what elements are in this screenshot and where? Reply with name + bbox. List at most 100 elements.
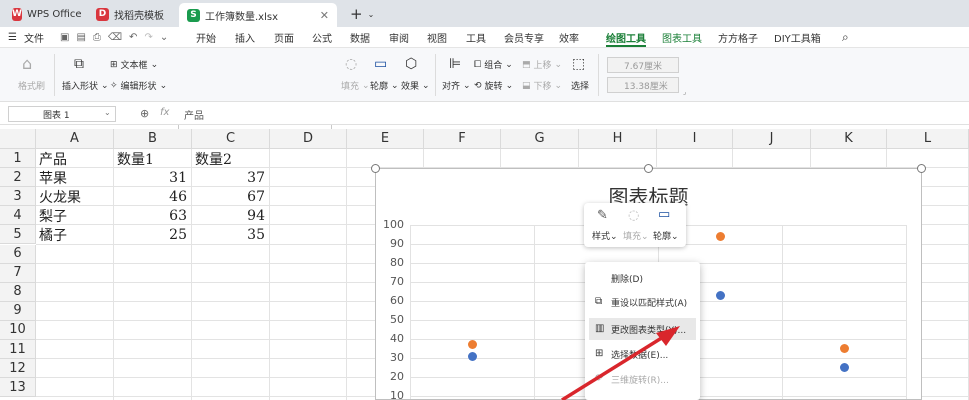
- menu-formula[interactable]: 公式: [312, 27, 332, 48]
- rotate-button[interactable]: ⟲ 旋转 ⌄: [474, 79, 513, 93]
- series1-point-4[interactable]: [839, 363, 849, 372]
- column-header-c[interactable]: C: [192, 129, 270, 149]
- cell-c5[interactable]: 35: [195, 225, 265, 244]
- column-header-j[interactable]: J: [733, 129, 811, 149]
- column-header-h[interactable]: H: [579, 129, 657, 149]
- menu-chart-tools[interactable]: 图表工具: [662, 27, 702, 48]
- cell-a4[interactable]: 梨子: [39, 206, 109, 225]
- mini-fill-button[interactable]: 填充⌄: [623, 229, 649, 242]
- menu-reset-style[interactable]: ⧉ 重设以匹配样式(A): [589, 291, 696, 313]
- row-header-8[interactable]: 8: [0, 282, 36, 302]
- cell-c2[interactable]: 37: [195, 168, 265, 187]
- row-header-6[interactable]: 6: [0, 244, 36, 264]
- tab-workbook[interactable]: S 工作簿数量.xlsx ✕: [179, 3, 337, 27]
- print-icon[interactable]: ⎙: [93, 32, 101, 43]
- style-button[interactable]: 样式⌄: [592, 229, 618, 242]
- cell-b4[interactable]: 63: [117, 206, 187, 225]
- menu-fangfang[interactable]: 方方格子: [718, 27, 758, 48]
- menu-drawing-tools[interactable]: 绘图工具: [606, 27, 646, 48]
- fill-button[interactable]: 填充 ⌄: [341, 79, 370, 93]
- undo-icon[interactable]: ↶: [129, 32, 137, 43]
- resize-handle-top-right[interactable]: [917, 164, 926, 173]
- menu-file[interactable]: 文件: [24, 27, 44, 48]
- resize-handle-top[interactable]: [644, 164, 653, 173]
- name-box-dropdown-icon[interactable]: ⌄: [104, 108, 111, 117]
- menu-delete[interactable]: 删除(D): [589, 267, 696, 289]
- row-header-2[interactable]: 2: [0, 168, 36, 188]
- dialog-launcher-icon[interactable]: ⌟: [683, 88, 686, 96]
- text-box-button[interactable]: ⊞ 文本框 ⌄: [110, 58, 158, 72]
- cell-b1[interactable]: 数量1: [117, 149, 187, 168]
- row-header-12[interactable]: 12: [0, 359, 36, 379]
- mini-outline-button[interactable]: 轮廓⌄: [653, 229, 679, 242]
- series1-point-3[interactable]: [715, 290, 725, 300]
- formula-input[interactable]: 产品: [184, 107, 204, 122]
- zoom-icon[interactable]: ⊕: [140, 107, 149, 120]
- row-header-1[interactable]: 1: [0, 149, 36, 168]
- menu-efficiency[interactable]: 效率: [559, 27, 579, 48]
- tab-wps-office[interactable]: W WPS Office: [4, 3, 84, 25]
- series1-point-1[interactable]: [467, 351, 477, 361]
- group-button[interactable]: ⧠ 组合 ⌄: [474, 58, 513, 72]
- hamburger-icon[interactable]: ☰: [8, 27, 17, 48]
- menu-start[interactable]: 开始: [196, 27, 216, 48]
- menu-diy-toolbox[interactable]: DIY工具箱: [774, 27, 821, 48]
- menu-select-data[interactable]: ⊞ 选择数据(E)...: [589, 343, 696, 365]
- print-preview-icon[interactable]: ▤: [76, 32, 85, 43]
- menu-insert[interactable]: 插入: [235, 27, 255, 48]
- insert-shape-button[interactable]: 插入形状 ⌄: [62, 79, 109, 93]
- cell-b3[interactable]: 46: [117, 187, 187, 206]
- column-header-d[interactable]: D: [270, 129, 347, 149]
- cell-a3[interactable]: 火龙果: [39, 187, 109, 206]
- align-button[interactable]: 对齐 ⌄: [442, 79, 471, 93]
- column-header-f[interactable]: F: [424, 129, 501, 149]
- menu-data[interactable]: 数据: [350, 27, 370, 48]
- row-header-10[interactable]: 10: [0, 320, 36, 340]
- resize-handle-top-left[interactable]: [371, 164, 380, 173]
- column-header-b[interactable]: B: [114, 129, 192, 149]
- new-tab-button[interactable]: + ⌄: [342, 3, 374, 25]
- select-button[interactable]: 选择: [571, 79, 589, 92]
- menu-review[interactable]: 审阅: [389, 27, 409, 48]
- select-all-corner[interactable]: [0, 129, 36, 149]
- fx-icon[interactable]: fx: [160, 107, 169, 118]
- series2-point-1[interactable]: [467, 340, 477, 350]
- edit-shape-button[interactable]: ✧ 编辑形状 ⌄: [110, 79, 167, 93]
- menu-change-chart-type[interactable]: ▥ 更改图表类型(Y)...: [589, 318, 696, 340]
- cell-c4[interactable]: 94: [195, 206, 265, 225]
- save-icon[interactable]: ▣: [60, 32, 69, 43]
- cell-c1[interactable]: 数量2: [195, 149, 265, 168]
- row-header-3[interactable]: 3: [0, 187, 36, 207]
- width-input[interactable]: 7.67厘米: [607, 57, 679, 73]
- row-header-13[interactable]: 13: [0, 378, 36, 398]
- menu-view[interactable]: 视图: [427, 27, 447, 48]
- outline-button[interactable]: 轮廓 ⌄: [370, 79, 399, 93]
- row-header-11[interactable]: 11: [0, 340, 36, 359]
- column-header-l[interactable]: L: [887, 129, 969, 149]
- name-box[interactable]: 图表 1: [8, 106, 116, 122]
- format-painter-icon[interactable]: ⌫: [108, 32, 122, 43]
- cell-a1[interactable]: 产品: [39, 149, 109, 168]
- bring-forward-button[interactable]: ⬒ 上移 ⌄: [522, 58, 562, 72]
- effect-button[interactable]: 效果 ⌄: [401, 79, 430, 93]
- row-header-4[interactable]: 4: [0, 206, 36, 226]
- column-header-a[interactable]: A: [36, 129, 114, 149]
- redo-icon[interactable]: ↷: [144, 32, 152, 43]
- series2-point-3[interactable]: [715, 231, 725, 241]
- cell-a5[interactable]: 橘子: [39, 225, 109, 244]
- row-header-7[interactable]: 7: [0, 263, 36, 283]
- cell-a2[interactable]: 苹果: [39, 168, 109, 187]
- menu-tools[interactable]: 工具: [466, 27, 486, 48]
- send-backward-button[interactable]: ⬓ 下移 ⌄: [522, 79, 562, 93]
- cell-b2[interactable]: 31: [117, 168, 187, 187]
- column-header-e[interactable]: E: [347, 129, 424, 149]
- menu-member[interactable]: 会员专享: [504, 27, 544, 48]
- more-icon[interactable]: ⌄: [160, 32, 168, 43]
- row-header-5[interactable]: 5: [0, 225, 36, 245]
- row-header-9[interactable]: 9: [0, 301, 36, 321]
- column-header-k[interactable]: K: [811, 129, 887, 149]
- menu-page[interactable]: 页面: [274, 27, 294, 48]
- close-tab-icon[interactable]: ✕: [320, 9, 329, 22]
- cell-b5[interactable]: 25: [117, 225, 187, 244]
- series2-point-4[interactable]: [839, 344, 849, 353]
